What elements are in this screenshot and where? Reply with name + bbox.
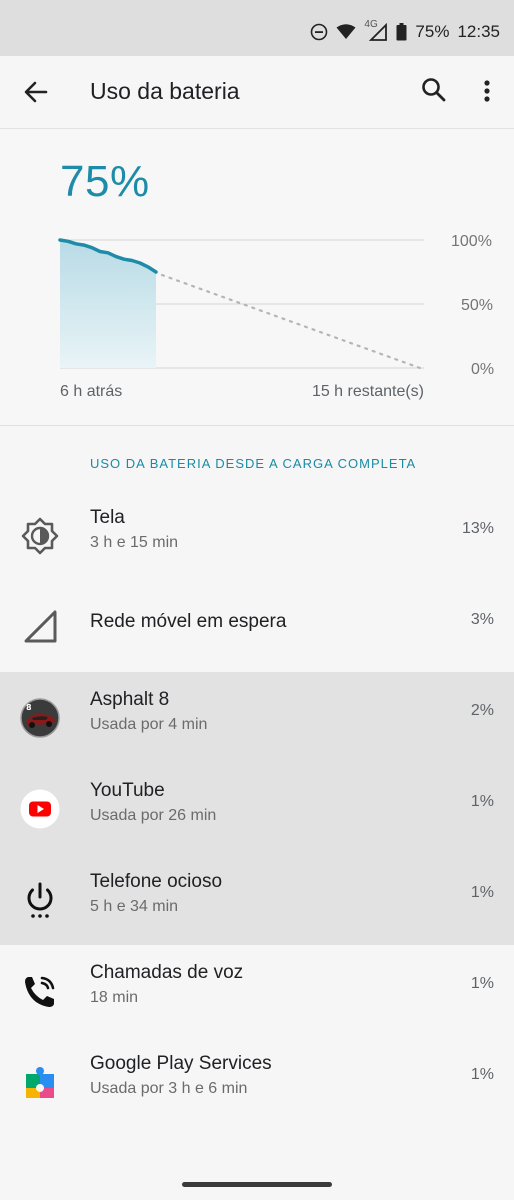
asphalt-app-icon: 8: [20, 698, 60, 738]
list-item-asphalt-8[interactable]: 8 Asphalt 8 Usada por 4 min 2%: [0, 672, 514, 763]
projection-line: [160, 273, 422, 370]
item-name: Rede móvel em espera: [90, 611, 287, 632]
do-not-disturb-icon: [310, 23, 328, 41]
item-percent: 1%: [470, 975, 494, 992]
screen-brightness-icon: [20, 516, 60, 556]
search-icon: [422, 78, 446, 102]
item-name: YouTube: [90, 780, 165, 801]
list-item-telefone-ocioso[interactable]: Telefone ocioso 5 h e 34 min 1%: [0, 854, 514, 945]
item-detail: Usada por 4 min: [90, 716, 208, 733]
item-percent: 3%: [470, 611, 494, 628]
x-label-left: 6 h atrás: [60, 383, 123, 400]
item-percent: 13%: [461, 520, 494, 537]
y-label-mid: 50%: [461, 297, 493, 314]
item-percent: 1%: [470, 793, 494, 810]
item-percent: 2%: [470, 702, 494, 719]
cell-network-icon: 4G: [364, 19, 388, 41]
item-name: Tela: [90, 507, 125, 528]
page-title: Uso da bateria: [90, 78, 240, 104]
status-bar: 4G 75% 12:35: [0, 0, 514, 56]
battery-percent: 75%: [415, 22, 450, 41]
more-vert-icon: [484, 80, 490, 102]
puzzle-piece-icon: [20, 1062, 60, 1102]
cell-signal-icon: [20, 607, 60, 647]
clock: 12:35: [457, 22, 500, 41]
phone-call-icon: [20, 971, 60, 1011]
item-percent: 1%: [470, 884, 494, 901]
y-label-top: 100%: [451, 233, 492, 250]
list-item-google-play-services[interactable]: Google Play Services Usada por 3 h e 6 m…: [0, 1036, 514, 1127]
battery-summary: 75% 100% 50% 0% 6 h atrás 15 h restante(…: [0, 129, 514, 426]
list-item-youtube[interactable]: YouTube Usada por 26 min 1%: [0, 763, 514, 854]
item-detail: Usada por 26 min: [90, 807, 217, 824]
item-name: Telefone ocioso: [90, 871, 223, 892]
more-options-button[interactable]: [476, 76, 498, 106]
arrow-back-icon: [24, 81, 48, 103]
svg-text:8: 8: [26, 703, 32, 712]
usage-list: Tela 3 h e 15 min 13% Rede móvel em espe…: [0, 490, 514, 1127]
item-detail: 18 min: [90, 989, 139, 1006]
list-item-tela[interactable]: Tela 3 h e 15 min 13%: [0, 490, 514, 581]
history-area: [60, 240, 156, 368]
item-detail: Usada por 3 h e 6 min: [90, 1080, 248, 1097]
app-bar: Uso da bateria: [0, 56, 514, 129]
search-button[interactable]: [420, 76, 448, 104]
wifi-icon: [336, 24, 356, 40]
item-name: Google Play Services: [90, 1053, 272, 1074]
item-name: Asphalt 8: [90, 689, 170, 710]
section-title: USO DA BATERIA DESDE A CARGA COMPLETA: [90, 456, 417, 471]
battery-chart: 100% 50% 0%: [58, 233, 494, 378]
battery-icon: [396, 23, 407, 41]
item-name: Chamadas de voz: [90, 962, 244, 983]
list-item-rede-movel[interactable]: Rede móvel em espera 3%: [0, 581, 514, 672]
list-item-chamadas-de-voz[interactable]: Chamadas de voz 18 min 1%: [0, 945, 514, 1036]
item-detail: 5 h e 34 min: [90, 898, 179, 915]
power-idle-icon: [20, 880, 60, 920]
item-percent: 1%: [470, 1066, 494, 1083]
y-label-bottom: 0%: [471, 361, 494, 378]
back-button[interactable]: [22, 78, 50, 106]
gesture-nav-handle[interactable]: [182, 1182, 332, 1187]
youtube-icon: [20, 789, 60, 829]
item-detail: 3 h e 15 min: [90, 534, 179, 551]
x-label-right: 15 h restante(s): [311, 383, 424, 400]
